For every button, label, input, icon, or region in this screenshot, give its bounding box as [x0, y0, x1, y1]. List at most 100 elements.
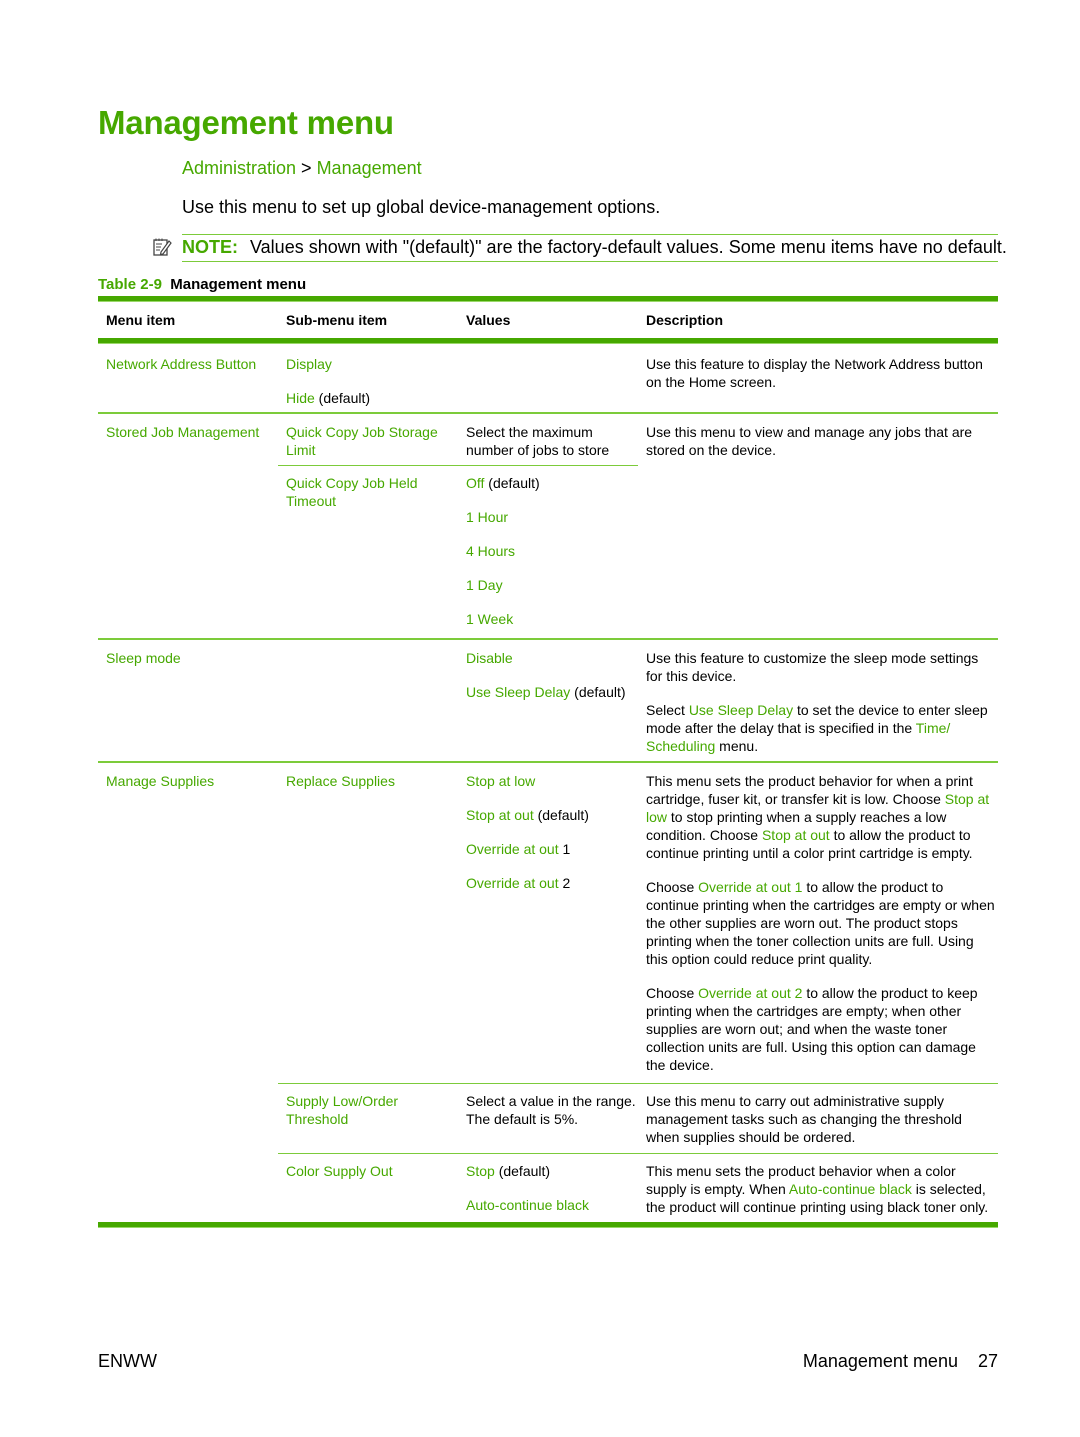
default-marker: (default)	[533, 807, 589, 823]
table-bottom-rule	[98, 1222, 998, 1228]
description-paragraph: Select Use Sleep Delay to set the device…	[646, 701, 998, 755]
description-paragraph: Choose Override at out 1 to allow the pr…	[646, 878, 998, 968]
value-stop[interactable]: Stop	[466, 1163, 495, 1179]
note-label: NOTE:	[182, 237, 238, 257]
table-row-manage-supplies: Manage Supplies Replace Supplies Stop at…	[98, 763, 998, 1222]
value-suffix: 1	[558, 841, 571, 857]
footer-left-label: ENWW	[98, 1351, 157, 1371]
value-override-at-out-2[interactable]: Override at out	[466, 875, 559, 891]
submenu-color-supply-out[interactable]: Color Supply Out	[278, 1162, 458, 1222]
value-use-sleep-delay[interactable]: Use Sleep Delay	[466, 684, 570, 700]
management-menu-table: Menu item Sub-menu item Values Descripti…	[98, 296, 998, 1228]
table-row-stored-job: Stored Job Management Quick Copy Job Sto…	[98, 414, 998, 638]
subrow-storage-limit: Quick Copy Job Storage Limit Select the …	[278, 423, 638, 465]
subrow-supply-threshold: Supply Low/Order Threshold Select a valu…	[278, 1084, 998, 1153]
link-override-at-out-2[interactable]: Override at out 2	[698, 985, 802, 1001]
menu-item-stored-job-management[interactable]: Stored Job Management	[98, 423, 278, 638]
value-1-hour[interactable]: 1 Hour	[466, 508, 638, 526]
link-override-at-out-1[interactable]: Override at out 1	[698, 879, 802, 895]
value-item: Use Sleep Delay (default)	[466, 683, 638, 701]
table-caption: Table 2-9 Management menu	[98, 276, 306, 293]
submenu-network-address: Display Hide (default)	[278, 355, 458, 412]
values-replace-supplies: Stop at low Stop at out (default) Overri…	[458, 772, 638, 1083]
value-item: Stop (default)	[466, 1162, 638, 1180]
menu-item-network-address-button[interactable]: Network Address Button	[98, 355, 278, 412]
value-item: Off (default)	[466, 474, 638, 492]
default-marker: (default)	[484, 475, 540, 491]
footer-section-title: Management menu	[802, 1351, 958, 1371]
submenu-hide[interactable]: Hide	[286, 390, 315, 406]
text: menu.	[715, 738, 759, 754]
submenu-display[interactable]: Display	[286, 355, 458, 373]
value-off[interactable]: Off	[466, 475, 484, 491]
intro-text: Use this menu to set up global device-ma…	[182, 197, 661, 217]
text: Choose	[646, 985, 699, 1001]
value-storage-limit: Select the maximum number of jobs to sto…	[466, 424, 610, 458]
breadcrumb: Administration > Management	[182, 158, 422, 179]
footer-right: Management menu 27	[803, 1351, 998, 1372]
submenu-quick-copy-job-storage-limit[interactable]: Quick Copy Job Storage Limit	[278, 423, 458, 465]
text: Select	[646, 702, 689, 718]
subrow-held-timeout: Quick Copy Job Held Timeout Off (default…	[278, 466, 638, 638]
text: Choose	[646, 879, 699, 895]
value-disable[interactable]: Disable	[466, 649, 638, 667]
breadcrumb-administration-link[interactable]: Administration	[182, 158, 296, 178]
description-color-supply-out: This menu sets the product behavior when…	[638, 1162, 998, 1222]
table-header-row: Menu item Sub-menu item Values Descripti…	[98, 302, 998, 338]
value-stop-at-low[interactable]: Stop at low	[466, 772, 638, 790]
description-paragraph: Choose Override at out 2 to allow the pr…	[646, 984, 998, 1074]
value-stop-at-out[interactable]: Stop at out	[466, 807, 534, 823]
submenu-quick-copy-job-held-timeout[interactable]: Quick Copy Job Held Timeout	[278, 474, 458, 638]
submenu-empty	[278, 649, 458, 761]
header-description: Description	[646, 312, 724, 328]
value-auto-continue-black[interactable]: Auto-continue black	[466, 1196, 638, 1214]
link-use-sleep-delay[interactable]: Use Sleep Delay	[689, 702, 793, 718]
value-supply-threshold: Select a value in the range. The default…	[466, 1093, 636, 1127]
default-marker: (default)	[494, 1163, 551, 1179]
value-override-at-out-1[interactable]: Override at out	[466, 841, 559, 857]
table-row-network-address: Network Address Button Display Hide (def…	[98, 344, 998, 412]
header-values: Values	[466, 312, 511, 328]
value-1-day[interactable]: 1 Day	[466, 576, 638, 594]
value-suffix: 2	[558, 875, 571, 891]
header-menu-item: Menu item	[106, 312, 176, 328]
value-item: Stop at out (default)	[466, 806, 638, 824]
table-row-sleep-mode: Sleep mode Disable Use Sleep Delay (defa…	[98, 640, 998, 761]
description-sleep-mode: Use this feature to customize the sleep …	[638, 649, 998, 761]
description-paragraph: Use this feature to customize the sleep …	[646, 650, 979, 684]
description-network-address: Use this feature to display the Network …	[646, 356, 983, 390]
menu-item-manage-supplies[interactable]: Manage Supplies	[98, 772, 278, 1222]
submenu-hide-item: Hide (default)	[286, 389, 458, 407]
menu-item-sleep-mode[interactable]: Sleep mode	[98, 649, 278, 761]
page-title: Management menu	[98, 104, 394, 141]
subrow-replace-supplies: Replace Supplies Stop at low Stop at out…	[278, 772, 998, 1083]
values-color-supply-out: Stop (default) Auto-continue black	[458, 1162, 638, 1222]
subrow-color-supply-out: Color Supply Out Stop (default) Auto-con…	[278, 1154, 998, 1222]
value-item: Override at out 1	[466, 840, 638, 858]
values-sleep-mode: Disable Use Sleep Delay (default)	[458, 649, 638, 761]
description-replace-supplies: This menu sets the product behavior for …	[638, 772, 998, 1083]
description-supply-threshold: Use this menu to carry out administrativ…	[646, 1093, 962, 1145]
table-title: Management menu	[170, 276, 307, 293]
note-pencil-icon	[153, 238, 172, 256]
breadcrumb-management-link[interactable]: Management	[317, 158, 422, 178]
link-auto-continue-black[interactable]: Auto-continue black	[789, 1181, 912, 1197]
table-number: Table 2-9	[98, 276, 162, 293]
text: This menu sets the product behavior for …	[646, 773, 973, 807]
value-4-hours[interactable]: 4 Hours	[466, 542, 638, 560]
manage-supplies-submenus: Replace Supplies Stop at low Stop at out…	[278, 772, 998, 1222]
description-paragraph: This menu sets the product behavior for …	[646, 772, 998, 862]
header-sub-menu-item: Sub-menu item	[286, 312, 388, 328]
submenu-replace-supplies[interactable]: Replace Supplies	[278, 772, 458, 1083]
stored-job-submenus: Quick Copy Job Storage Limit Select the …	[278, 423, 638, 638]
link-stop-at-out[interactable]: Stop at out	[762, 827, 830, 843]
breadcrumb-separator: >	[296, 158, 317, 178]
note-text: Values shown with "(default)" are the fa…	[250, 237, 1007, 257]
description-stored-job: Use this menu to view and manage any job…	[646, 424, 973, 458]
value-1-week[interactable]: 1 Week	[466, 610, 638, 628]
default-marker: (default)	[570, 684, 626, 700]
submenu-supply-low-order-threshold[interactable]: Supply Low/Order Threshold	[278, 1092, 458, 1153]
note-box: NOTE: Values shown with "(default)" are t…	[153, 234, 1007, 262]
values-held-timeout: Off (default) 1 Hour 4 Hours 1 Day 1 Wee…	[458, 474, 638, 638]
page-number: 27	[977, 1351, 998, 1371]
